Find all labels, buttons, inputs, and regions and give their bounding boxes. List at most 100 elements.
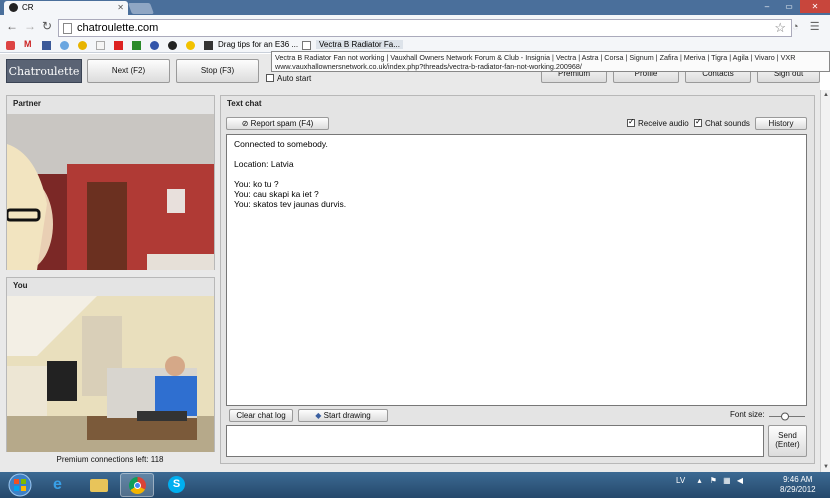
you-panel: You (6, 277, 215, 452)
bookmark-icon[interactable] (132, 41, 141, 50)
new-tab-button[interactable] (127, 3, 155, 14)
facebook-icon[interactable] (42, 41, 51, 50)
system-tray: LV ▴ ⚑ ▦ ◀ (676, 476, 743, 485)
start-drawing-label: Start drawing (323, 411, 371, 420)
page-icon (63, 23, 72, 34)
partner-video-frame (7, 114, 214, 270)
chat-line: Connected to somebody. (234, 139, 328, 149)
chat-line: You: ko tu ? (234, 179, 279, 189)
ban-icon: ⊘ (241, 119, 249, 128)
chatroulette-favicon-icon (9, 3, 18, 12)
file-explorer-icon[interactable] (82, 473, 116, 497)
chat-sounds-checkbox[interactable]: Chat sounds (694, 117, 750, 128)
message-input[interactable] (226, 425, 764, 457)
bookmark-icon[interactable] (150, 41, 159, 50)
clock[interactable]: 9:46 AM 8/29/2012 (780, 475, 816, 495)
chat-line: You: cau skapi ka iet ? (234, 189, 319, 199)
maximize-icon[interactable]: ▭ (778, 0, 800, 13)
gmail-icon[interactable]: M (24, 39, 33, 49)
autostart-label: Auto start (277, 74, 312, 83)
chat-line (234, 149, 799, 159)
back-icon[interactable]: ← (6, 19, 18, 33)
tab-title: CR (22, 3, 34, 12)
address-text: chatroulette.com (77, 22, 159, 34)
bookmark-icon[interactable] (204, 41, 213, 50)
minimize-icon[interactable]: – (756, 0, 778, 13)
receive-audio-label: Receive audio (638, 119, 689, 128)
you-title: You (13, 281, 28, 290)
extension-icons: ◔ ☰ (792, 20, 820, 33)
flag-icon[interactable]: ⚑ (710, 476, 717, 485)
forward-icon[interactable]: → (24, 19, 36, 33)
premium-connections-left: Premium connections left: 118 (56, 455, 164, 464)
checkbox-checked-icon[interactable] (627, 117, 635, 127)
chat-line: Location: Latvia (234, 159, 294, 169)
you-video (7, 296, 214, 452)
windows-start-icon[interactable] (2, 472, 38, 498)
page-icon (302, 41, 311, 50)
partner-title: Partner (13, 99, 42, 108)
bookmark-drag-tips[interactable]: Drag tips for an E36 ... (218, 40, 298, 49)
language-indicator[interactable]: LV (676, 476, 685, 485)
close-window-icon[interactable]: ✕ (800, 0, 830, 13)
tooltip-title: Vectra B Radiator Fan not working | Vaux… (275, 53, 796, 62)
receive-audio-checkbox[interactable]: Receive audio (627, 117, 689, 128)
bookmark-vectra-radiator[interactable]: Vectra B Radiator Fa... (316, 40, 403, 49)
checkbox-checked-icon[interactable] (694, 117, 702, 127)
scroll-up-icon[interactable]: ▲ (823, 92, 829, 98)
internet-explorer-icon[interactable]: e (44, 473, 78, 497)
send-label: Send (778, 431, 797, 440)
font-size-slider[interactable] (768, 412, 806, 421)
bookmark-icon[interactable] (78, 41, 87, 50)
tooltip-url: www.vauxhallownersnetwork.co.uk/index.ph… (275, 62, 582, 71)
ebay-icon[interactable] (96, 41, 105, 50)
network-icon[interactable]: ▦ (723, 476, 731, 485)
font-size-label: Font size: (730, 410, 765, 419)
link-tooltip: Vectra B Radiator Fan not working | Vaux… (271, 51, 830, 72)
window-controls: – ▭ ✕ (756, 0, 830, 13)
report-spam-label: Report spam (F4) (250, 119, 314, 128)
extension-icon[interactable]: ◔ (792, 21, 799, 33)
clear-chat-log-button[interactable]: Clear chat log (229, 409, 293, 422)
scroll-down-icon[interactable]: ▼ (823, 464, 829, 470)
reload-icon[interactable]: ↻ (42, 19, 52, 33)
chat-log: Connected to somebody. Location: Latvia … (226, 134, 807, 406)
next-button[interactable]: Next (F2) (87, 59, 170, 83)
bookmark-icon[interactable] (186, 41, 195, 50)
autostart-checkbox[interactable]: Auto start (266, 74, 311, 83)
bookmark-star-icon[interactable]: ☆ (774, 20, 786, 36)
report-spam-button[interactable]: ⊘ Report spam (F4) (226, 117, 329, 130)
partner-panel: Partner (6, 95, 215, 270)
clock-time: 9:46 AM (783, 475, 813, 484)
you-video-frame (7, 296, 214, 452)
start-drawing-button[interactable]: ◆ Start drawing (298, 409, 388, 422)
wrench-icon[interactable]: ☰ (810, 21, 820, 33)
chatroulette-logo[interactable]: Chatroulette (6, 59, 82, 83)
tray-arrow-icon[interactable]: ▴ (697, 476, 701, 485)
chrome-icon[interactable] (120, 473, 154, 497)
page-scrollbar[interactable]: ▲ ▼ (820, 90, 830, 472)
chat-line (234, 169, 799, 179)
browser-tab[interactable]: CR ✕ (4, 1, 128, 15)
chat-line: You: skatos tev jaunas durvis. (234, 199, 347, 209)
youtube-icon[interactable] (114, 41, 123, 50)
browser-window: CR ✕ – ▭ ✕ ← → ↻ chatroulette.com ☆ ◔ ☰ … (0, 0, 830, 498)
clock-date: 8/29/2012 (780, 485, 816, 494)
send-shortcut: (Enter) (775, 440, 800, 449)
close-tab-icon[interactable]: ✕ (117, 3, 124, 12)
history-button[interactable]: History (755, 117, 807, 130)
checkbox-icon[interactable] (266, 74, 274, 82)
volume-icon[interactable]: ◀ (737, 476, 743, 485)
send-button[interactable]: Send (Enter) (768, 425, 807, 457)
taskbar: e S LV ▴ ⚑ ▦ ◀ 9:46 AM 8/29/2012 (0, 472, 830, 498)
text-chat-title: Text chat (227, 99, 262, 108)
bookmark-icon[interactable] (60, 41, 69, 50)
draw-icon: ◆ (315, 411, 322, 420)
stop-button[interactable]: Stop (F3) (176, 59, 259, 83)
chatroulette-page: Chatroulette Next (F2) Stop (F3) Auto st… (0, 54, 820, 472)
bookmark-icon[interactable] (168, 41, 177, 50)
address-bar[interactable]: chatroulette.com ☆ (58, 19, 792, 37)
bookmark-apps-icon[interactable] (6, 41, 15, 50)
skype-icon[interactable]: S (160, 473, 194, 497)
partner-video (7, 114, 214, 270)
